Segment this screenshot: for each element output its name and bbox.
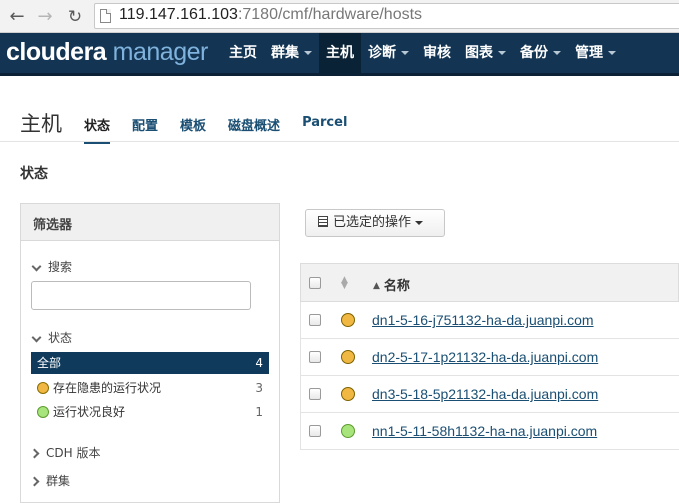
selected-actions-label: 已选定的操作 <box>333 215 412 230</box>
filter-panel-header: 筛选器 <box>21 204 279 241</box>
nav-menu-label: 主页 <box>229 45 257 61</box>
table-row: dn1-5-16-j751132-ha-da.juanpi.com <box>300 302 679 339</box>
cloudera-manager-logo[interactable]: cloudera manager <box>6 38 208 67</box>
page-tabs: 状态 配置 模板 磁盘概述 Parcel <box>84 115 369 144</box>
chevron-right-icon <box>29 476 40 486</box>
nav-menu-item-4[interactable]: 审核 <box>416 33 458 73</box>
caret-down-icon <box>304 51 312 55</box>
status-filter-toggle[interactable]: 状态 <box>31 329 72 346</box>
nav-menu-label: 备份 <box>520 45 548 61</box>
page-icon <box>100 9 111 23</box>
concerning-health-icon[interactable] <box>341 313 355 327</box>
selected-actions-button[interactable]: 已选定的操作 <box>305 209 445 237</box>
nav-menu-item-2[interactable]: 主机 <box>319 33 361 73</box>
nav-menu-label: 群集 <box>271 45 299 61</box>
table-body: dn1-5-16-j751132-ha-da.juanpi.com dn2-5-1… <box>300 302 679 450</box>
concerning-health-icon <box>37 381 49 394</box>
nav-menu-label: 审核 <box>423 45 451 61</box>
nav-menu-item-1[interactable]: 群集 <box>264 33 319 73</box>
nav-menu-label: 主机 <box>326 45 354 61</box>
nav-menu-item-3[interactable]: 诊断 <box>361 33 416 73</box>
cdh-version-filter-toggle[interactable]: CDH 版本 <box>29 444 101 461</box>
chevron-down-icon <box>31 261 42 271</box>
nav-menu-item-0[interactable]: 主页 <box>222 33 264 73</box>
address-bar[interactable]: 119.147.161.103:7180/cmf/hardware/hosts <box>94 3 679 29</box>
table-header: ▲ ▼ ▲ 名称 <box>300 263 679 302</box>
filter-search-input[interactable] <box>31 281 251 310</box>
good-health-icon[interactable] <box>341 424 355 438</box>
status-filter-all-label: 全部 <box>37 356 62 370</box>
host-link[interactable]: dn3-5-18-5p21132-ha-da.juanpi.com <box>372 386 598 402</box>
row-checkbox[interactable] <box>309 425 321 437</box>
status-filter-concerning-label: 存在隐患的运行状况 <box>53 381 162 395</box>
url-host: 119.147.161.103 <box>119 6 238 23</box>
url-path: :7180/cmf/hardware/hosts <box>237 6 423 23</box>
filter-panel: 筛选器 搜索 状态 全部 4 存在隐患的运行状况 3 运行状况良好 1 CDH … <box>20 203 280 503</box>
forward-arrow-icon[interactable]: → <box>34 6 56 28</box>
table-row: nn1-5-11-58h1132-ha-na.juanpi.com <box>300 413 679 450</box>
page-tab-0[interactable]: 状态 <box>84 115 111 144</box>
host-link[interactable]: dn1-5-16-j751132-ha-da.juanpi.com <box>372 312 594 328</box>
caret-down-icon <box>498 51 506 55</box>
list-icon <box>318 216 328 227</box>
nav-menu-label: 管理 <box>575 45 603 61</box>
page-tab-1[interactable]: 配置 <box>132 115 158 144</box>
row-checkbox[interactable] <box>309 314 321 326</box>
chevron-right-icon <box>29 448 40 458</box>
section-title: 状态 <box>20 166 48 182</box>
host-link[interactable]: dn2-5-17-1p21132-ha-da.juanpi.com <box>372 349 598 365</box>
status-filter-concerning-count: 3 <box>255 381 263 395</box>
nav-menu-item-5[interactable]: 图表 <box>458 33 513 73</box>
cluster-filter-toggle[interactable]: 群集 <box>29 472 71 489</box>
caret-down-icon <box>401 51 409 55</box>
status-filter-all-count: 4 <box>255 356 263 370</box>
caret-down-icon <box>608 51 616 55</box>
browser-toolbar: ← → ↻ 119.147.161.103:7180/cmf/hardware/… <box>0 0 679 33</box>
chevron-down-icon <box>31 332 42 342</box>
row-checkbox[interactable] <box>309 388 321 400</box>
page-tab-3[interactable]: 磁盘概述 <box>228 115 280 144</box>
back-arrow-icon[interactable]: ← <box>6 6 28 28</box>
status-filter-good-count: 1 <box>255 405 263 419</box>
reload-icon[interactable]: ↻ <box>64 6 86 28</box>
sort-ascending-icon: ▲ <box>373 281 380 291</box>
search-filter-label: 搜索 <box>48 260 73 274</box>
select-all-checkbox[interactable] <box>309 277 321 289</box>
main-menu: 主页 群集 主机 诊断 审核 图表 备份 管理 <box>222 33 623 73</box>
name-column-header[interactable]: ▲ 名称 <box>373 275 410 294</box>
url-text[interactable]: 119.147.161.103:7180/cmf/hardware/hosts <box>119 6 422 24</box>
concerning-health-icon[interactable] <box>341 350 355 364</box>
row-checkbox[interactable] <box>309 351 321 363</box>
nav-menu-label: 图表 <box>465 45 493 61</box>
name-column-label: 名称 <box>383 279 410 294</box>
header-divider <box>0 141 679 142</box>
cdh-version-filter-label: CDH 版本 <box>46 446 101 460</box>
page-tab-2[interactable]: 模板 <box>180 115 206 144</box>
status-filter-all[interactable]: 全部 4 <box>31 352 269 374</box>
page-tab-4[interactable]: Parcel <box>302 115 347 144</box>
search-filter-toggle[interactable]: 搜索 <box>31 258 72 275</box>
host-link[interactable]: nn1-5-11-58h1132-ha-na.juanpi.com <box>372 423 597 439</box>
table-row: dn2-5-17-1p21132-ha-da.juanpi.com <box>300 339 679 376</box>
caret-down-icon <box>415 220 424 225</box>
nav-menu-item-7[interactable]: 管理 <box>568 33 623 73</box>
status-filter-concerning[interactable]: 存在隐患的运行状况 3 <box>31 377 269 399</box>
cluster-filter-label: 群集 <box>46 474 71 488</box>
sort-icon[interactable]: ▲ ▼ <box>341 276 348 291</box>
page-title: 主机 <box>20 112 62 136</box>
status-filter-good-label: 运行状况良好 <box>53 405 126 419</box>
good-health-icon <box>37 405 49 418</box>
nav-menu-label: 诊断 <box>368 45 396 61</box>
concerning-health-icon[interactable] <box>341 387 355 401</box>
caret-down-icon <box>553 51 561 55</box>
app-navbar: cloudera manager 主页 群集 主机 诊断 审核 图表 备份 管理 <box>0 33 679 76</box>
table-row: dn3-5-18-5p21132-ha-da.juanpi.com <box>300 376 679 413</box>
status-filter-label: 状态 <box>48 331 73 345</box>
logo-text-cloudera: cloudera <box>6 38 107 66</box>
logo-text-manager: manager <box>112 38 209 66</box>
nav-menu-item-6[interactable]: 备份 <box>513 33 568 73</box>
hosts-table: ▲ ▼ ▲ 名称 dn1-5-16-j751132-ha-da.juanpi.com… <box>300 263 679 450</box>
status-filter-good[interactable]: 运行状况良好 1 <box>31 401 269 423</box>
